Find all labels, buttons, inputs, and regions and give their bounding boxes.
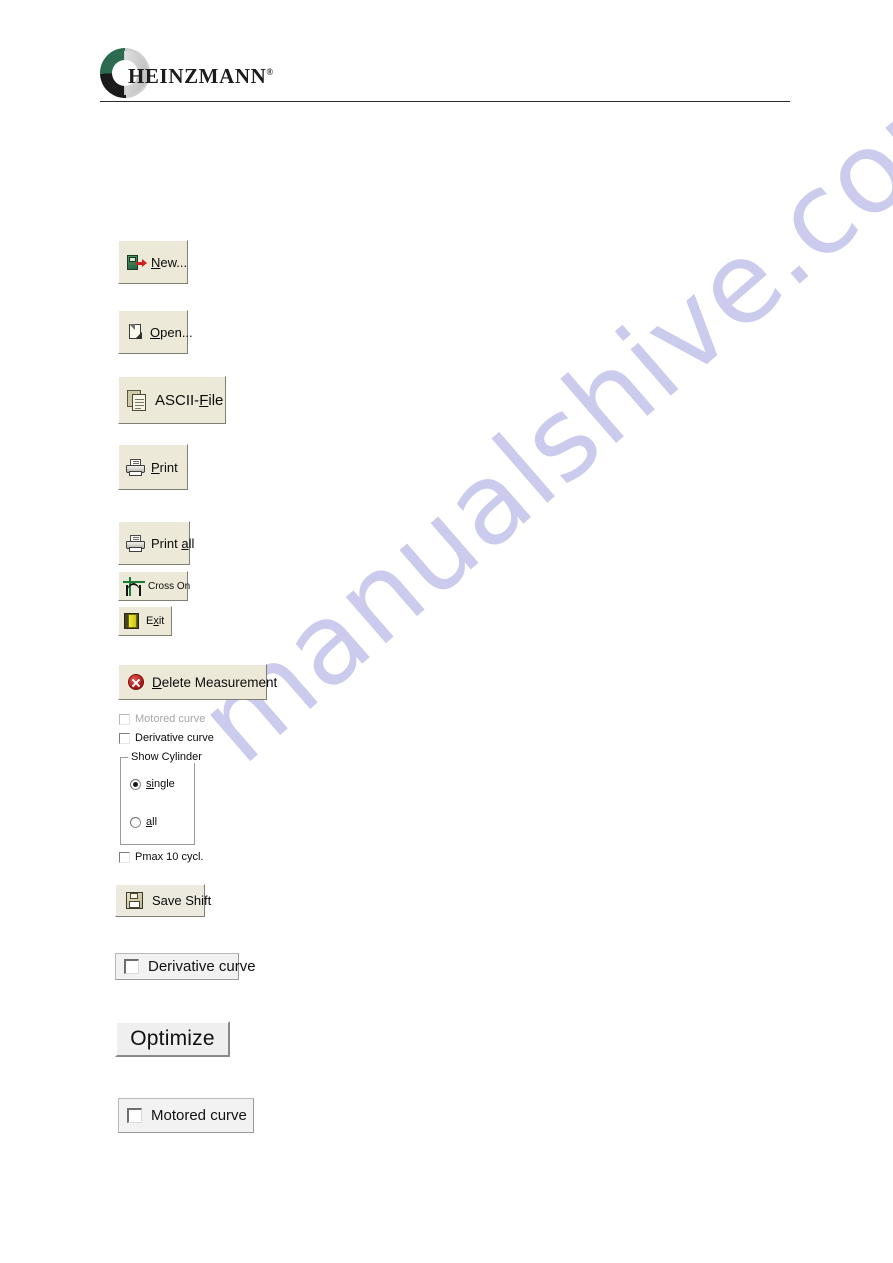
save-shift-button-label: Save Shift (152, 893, 212, 908)
brand-name-text: HEINZMANN (128, 64, 267, 88)
checkbox-box (119, 732, 130, 744)
ascii-file-button-label: ASCII-File (155, 391, 224, 409)
brand-name: HEINZMANN® (128, 64, 274, 89)
floppy-disk-icon (126, 891, 144, 910)
curve-options-panel: Motored curve Derivative curve Show Cyli… (115, 710, 214, 868)
checkbox-box (127, 1108, 142, 1123)
delete-measurement-button-label: Delete Measurement (152, 674, 278, 690)
registered-mark: ® (266, 67, 274, 77)
optimize-button-label: Optimize (130, 1027, 215, 1050)
document-page: HEINZMANN® New... Open... ASCII-File Pri… (0, 0, 893, 1263)
print-all-button-label: Print all (151, 535, 195, 551)
exit-button[interactable]: Exit (118, 606, 172, 636)
print-button-label: Print (151, 459, 178, 475)
radio-show-cylinder-all[interactable]: all (130, 816, 157, 828)
page-header: HEINZMANN® (100, 44, 790, 106)
brand-logo: HEINZMANN® (100, 46, 273, 100)
new-device-icon (127, 254, 147, 271)
checkbox-box (119, 713, 130, 725)
print-button[interactable]: Print (118, 444, 188, 490)
radio-dot (130, 816, 141, 828)
open-document-icon (128, 324, 143, 340)
print-all-button[interactable]: Print all (118, 521, 194, 565)
derivative-curve-checkbox-small[interactable]: Derivative curve (119, 732, 214, 744)
header-divider (100, 101, 790, 102)
open-button[interactable]: Open... (118, 310, 193, 354)
derivative-curve-label: Derivative curve (135, 732, 214, 744)
motored-curve-checkbox-small[interactable]: Motored curve (119, 713, 205, 725)
derivative-curve-checkbox-label: Derivative curve (148, 958, 256, 975)
printer-icon (126, 458, 146, 476)
printer-icon (126, 534, 146, 552)
ascii-documents-icon (127, 389, 149, 411)
exit-door-icon (124, 613, 140, 629)
derivative-curve-checkbox[interactable]: Derivative curve (115, 953, 256, 980)
radio-single-label: single (146, 778, 175, 790)
exit-button-label: Exit (146, 615, 165, 627)
show-cylinder-groupbox: Show Cylinder single all (120, 751, 205, 845)
delete-circle-x-icon (128, 674, 144, 690)
motored-curve-checkbox-label: Motored curve (151, 1107, 247, 1124)
motored-curve-label: Motored curve (135, 713, 206, 725)
radio-show-cylinder-single[interactable]: single (130, 778, 175, 790)
radio-all-label: all (146, 816, 158, 828)
save-shift-button[interactable]: Save Shift (115, 884, 211, 917)
open-button-label: Open... (150, 324, 193, 340)
checkbox-box (119, 851, 130, 863)
new-button[interactable]: New... (118, 240, 188, 284)
cross-on-button[interactable]: Cross On (118, 571, 191, 601)
ascii-file-button[interactable]: ASCII-File (118, 376, 226, 424)
show-cylinder-groupbox-title: Show Cylinder (128, 751, 205, 763)
optimize-button[interactable]: Optimize (115, 1021, 230, 1057)
pmax-10-cycl-checkbox[interactable]: Pmax 10 cycl. (119, 851, 203, 863)
radio-dot (130, 778, 141, 790)
delete-measurement-button[interactable]: Delete Measurement (118, 664, 277, 700)
motored-curve-checkbox[interactable]: Motored curve (118, 1098, 254, 1133)
checkbox-box (124, 959, 139, 974)
cross-curve-icon (123, 576, 145, 596)
new-button-label: New... (151, 254, 188, 270)
pmax-label: Pmax 10 cycl. (135, 851, 204, 863)
cross-on-button-label: Cross On (148, 580, 191, 592)
